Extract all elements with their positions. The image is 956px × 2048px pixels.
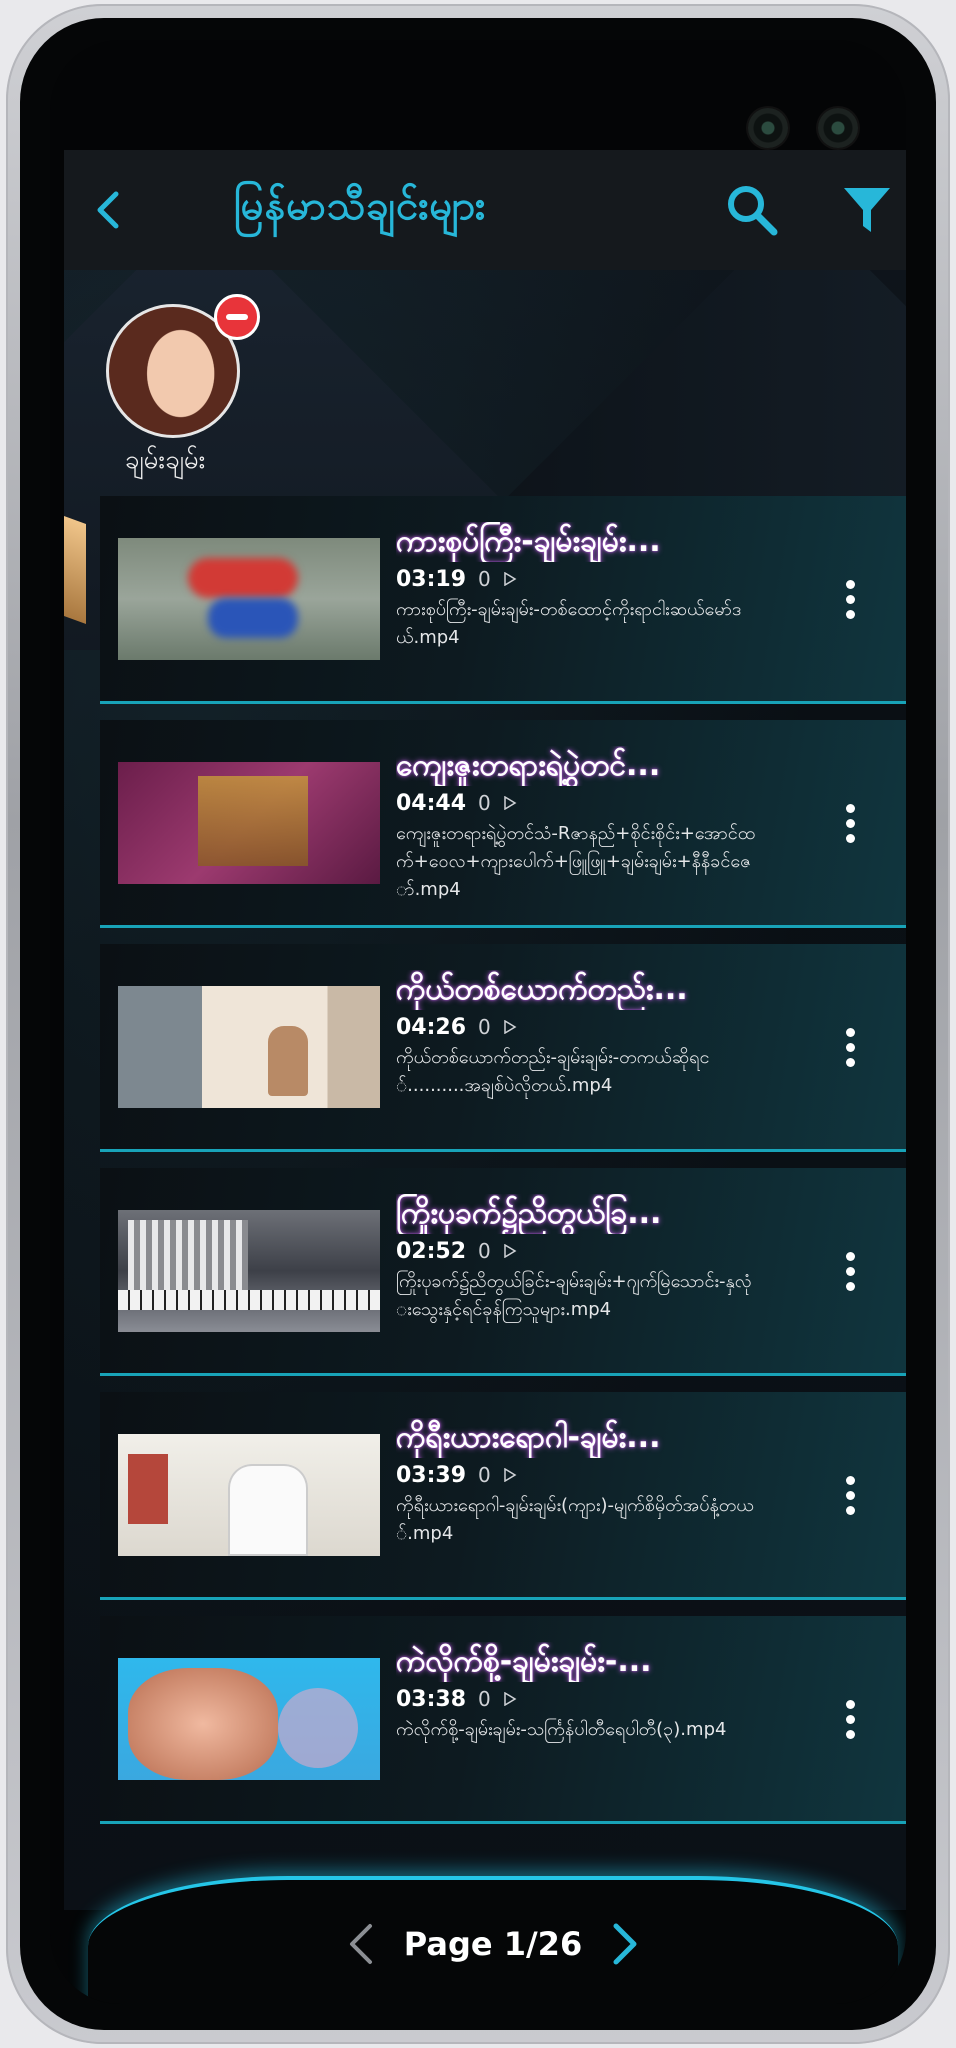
phone-frame: မြန်မာသီချင်းများ ချမ်းချမ်း ကားစုပ်ကြီး… — [6, 4, 950, 2044]
video-item[interactable]: ကြိုးပုခက်၌ညိတွယ်ခြ... 02:52 0 ကြိုးပုခက… — [100, 1168, 906, 1376]
camera-lens-icon — [748, 108, 788, 148]
video-filename: ကိုယ်တစ်ယောက်တည်း-ချမ်းချမ်း-တကယ်ဆိုရင်.… — [396, 1047, 710, 1096]
play-outline-icon — [504, 1468, 517, 1482]
video-title: ကဲလိုက်စို့-ချမ်းချမ်း-... — [396, 1644, 652, 1679]
video-item[interactable]: ကျေးဇူးတရားရဲ့ပွဲတင်... 04:44 0 ကျေးဇူးတ… — [100, 720, 906, 928]
camera-cluster — [748, 108, 858, 148]
play-outline-icon — [504, 1692, 517, 1706]
video-duration: 03:39 — [396, 1462, 467, 1488]
device-screen: မြန်မာသီချင်းများ ချမ်းချမ်း ကားစုပ်ကြီး… — [50, 40, 906, 2004]
pagination: Page 1/26 — [64, 1922, 906, 1966]
video-title: ကားစုပ်ကြီး-ချမ်းချမ်း... — [396, 524, 661, 559]
video-duration: 04:44 — [396, 790, 467, 816]
video-filename: ကဲလိုက်စို့-ချမ်းချမ်း-သင်္ကြန်ပါတီရေပါတ… — [396, 1719, 727, 1740]
video-duration: 02:52 — [396, 1238, 467, 1264]
video-duration: 04:26 — [396, 1014, 467, 1040]
view-count: 0 — [478, 1239, 491, 1263]
camera-lens-icon — [818, 108, 858, 148]
play-outline-icon — [504, 1244, 517, 1258]
view-count: 0 — [478, 1687, 491, 1711]
artist-name: ချမ်းချမ်း — [124, 445, 206, 475]
view-count: 0 — [478, 1015, 491, 1039]
view-count: 0 — [478, 567, 491, 591]
video-thumbnail — [118, 538, 380, 660]
video-filename: ကြိုးပုခက်၌ညိတွယ်ခြင်း-ချမ်းချမ်း+ဂျက်မြ… — [396, 1271, 752, 1320]
video-thumbnail — [118, 1210, 380, 1332]
remove-artist-icon[interactable] — [214, 294, 260, 340]
video-thumbnail — [118, 986, 380, 1108]
back-chevron-icon[interactable] — [86, 186, 134, 234]
video-item[interactable]: ကားစုပ်ကြီး-ချမ်းချမ်း... 03:19 0 ကားစုပ… — [100, 496, 906, 704]
page-title: မြန်မာသီချင်းများ — [234, 183, 487, 229]
video-list: ကားစုပ်ကြီး-ချမ်းချမ်း... 03:19 0 ကားစုပ… — [100, 496, 906, 1840]
video-meta: 03:39 0 — [396, 1460, 776, 1490]
video-meta: 03:19 0 — [396, 564, 776, 594]
more-vertical-icon[interactable] — [842, 1476, 858, 1518]
play-outline-icon — [504, 572, 517, 586]
prev-page-chevron-icon[interactable] — [346, 1922, 376, 1966]
phone-bezel: မြန်မာသီချင်းများ ချမ်းချမ်း ကားစုပ်ကြီး… — [20, 18, 936, 2030]
more-vertical-icon[interactable] — [842, 804, 858, 846]
video-title: ကျေးဇူးတရားရဲ့ပွဲတင်... — [396, 748, 661, 783]
video-title: ကိုယ်တစ်ယောက်တည်း... — [396, 972, 688, 1007]
video-info: ကဲလိုက်စို့-ချမ်းချမ်း-... 03:38 0 ကဲလို… — [396, 1642, 776, 1744]
more-vertical-icon[interactable] — [842, 1028, 858, 1070]
video-filename: ကားစုပ်ကြီး-ချမ်းချမ်း-တစ်ထောင့်ကိုးရာငါ… — [396, 599, 742, 648]
video-thumbnail — [118, 762, 380, 884]
video-title: ကိုရီးယားရောဂါ-ချမ်း... — [396, 1420, 661, 1455]
video-meta: 03:38 0 — [396, 1684, 776, 1714]
search-icon[interactable] — [724, 182, 780, 238]
video-thumbnail — [118, 1434, 380, 1556]
page-indicator: Page 1/26 — [403, 1925, 583, 1963]
video-info: ကျေးဇူးတရားရဲ့ပွဲတင်... 04:44 0 ကျေးဇူးတ… — [396, 746, 776, 904]
more-vertical-icon[interactable] — [842, 1700, 858, 1742]
play-outline-icon — [504, 796, 517, 810]
app-container: မြန်မာသီချင်းများ ချမ်းချမ်း ကားစုပ်ကြီး… — [64, 150, 906, 1910]
app-header: မြန်မာသီချင်းများ — [64, 150, 906, 270]
video-item[interactable]: ကိုရီးယားရောဂါ-ချမ်း... 03:39 0 ကိုရီးယာ… — [100, 1392, 906, 1600]
video-meta: 02:52 0 — [396, 1236, 776, 1266]
view-count: 0 — [478, 791, 491, 815]
video-info: ကိုယ်တစ်ယောက်တည်း... 04:26 0 ကိုယ်တစ်ယော… — [396, 970, 776, 1100]
play-outline-icon — [504, 1020, 517, 1034]
video-info: ကိုရီးယားရောဂါ-ချမ်း... 03:39 0 ကိုရီးယာ… — [396, 1418, 776, 1548]
video-duration: 03:38 — [396, 1686, 467, 1712]
video-meta: 04:26 0 — [396, 1012, 776, 1042]
pagination-bar: Page 1/26 — [64, 1876, 906, 2004]
video-filename: ကျေးဇူးတရားရဲ့ပွဲတင်သံ-Rဇာနည်+စိုင်းစိုင… — [396, 823, 756, 900]
filter-icon[interactable] — [840, 182, 894, 238]
video-duration: 03:19 — [396, 566, 467, 592]
video-info: ကားစုပ်ကြီး-ချမ်းချမ်း... 03:19 0 ကားစုပ… — [396, 522, 776, 652]
video-filename: ကိုရီးယားရောဂါ-ချမ်းချမ်း(ကျား)-မျက်စိမှ… — [396, 1495, 754, 1544]
more-vertical-icon[interactable] — [842, 580, 858, 622]
video-thumbnail — [118, 1658, 380, 1780]
video-item[interactable]: ကဲလိုက်စို့-ချမ်းချမ်း-... 03:38 0 ကဲလို… — [100, 1616, 906, 1824]
video-info: ကြိုးပုခက်၌ညိတွယ်ခြ... 02:52 0 ကြိုးပုခက… — [396, 1194, 776, 1324]
video-meta: 04:44 0 — [396, 788, 776, 818]
next-page-chevron-icon[interactable] — [610, 1922, 640, 1966]
video-item[interactable]: ကိုယ်တစ်ယောက်တည်း... 04:26 0 ကိုယ်တစ်ယော… — [100, 944, 906, 1152]
more-vertical-icon[interactable] — [842, 1252, 858, 1294]
view-count: 0 — [478, 1463, 491, 1487]
artist-chip[interactable]: ချမ်းချမ်း — [90, 294, 260, 475]
video-title: ကြိုးပုခက်၌ညိတွယ်ခြ... — [396, 1196, 662, 1231]
